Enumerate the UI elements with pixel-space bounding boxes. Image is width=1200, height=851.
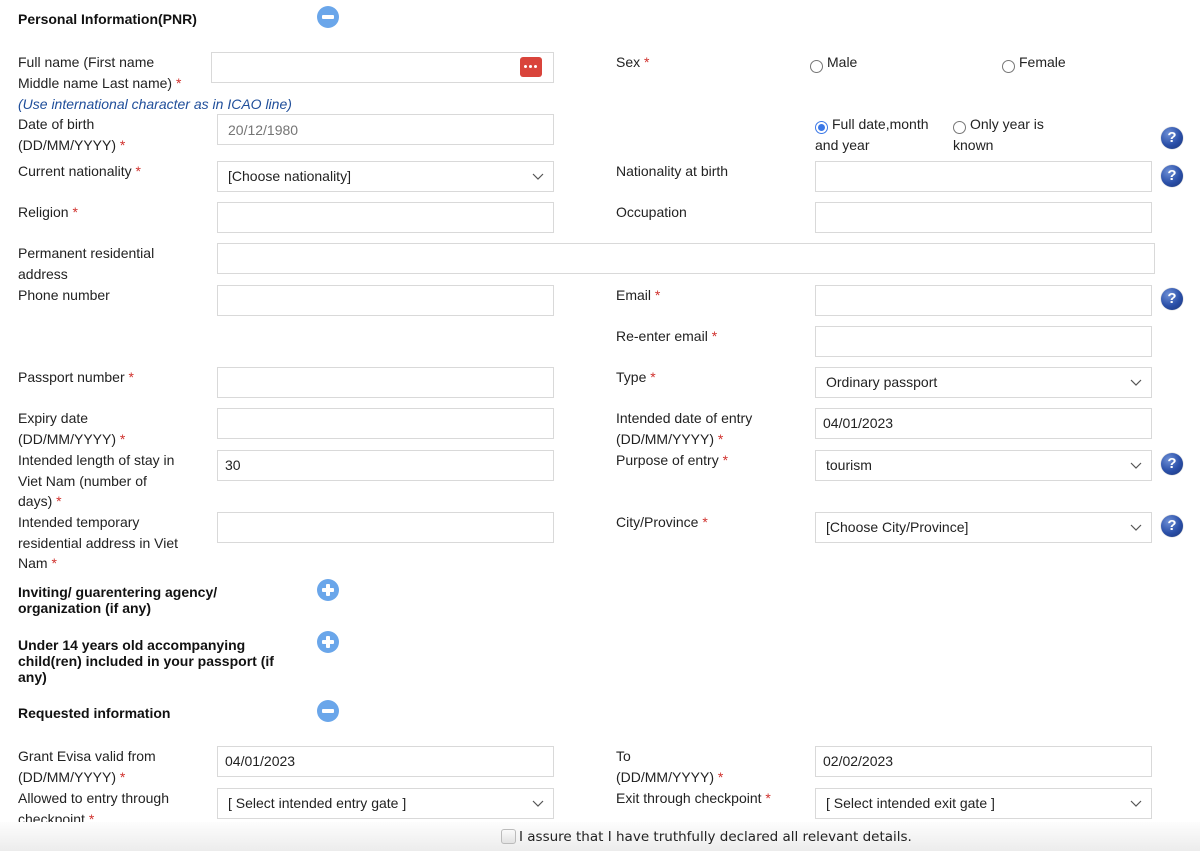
exit-gate-value: [ Select intended exit gate ]: [826, 795, 995, 811]
full-name-label: Full name (First name Middle name Last n…: [18, 54, 182, 91]
section-title-inviting-agency: Inviting/ guarentering agency/ organizat…: [18, 584, 218, 616]
city-value: [Choose City/Province]: [826, 519, 969, 535]
exit-gate-label: Exit through checkpoint *: [616, 790, 771, 806]
passport-type-label: Type *: [616, 369, 656, 385]
passport-type-select[interactable]: Ordinary passport: [815, 367, 1152, 398]
sex-label: Sex *: [616, 54, 650, 70]
reenter-email-label: Re-enter email *: [616, 328, 718, 344]
evisa-to-label: To (DD/MM/YYYY) *: [616, 748, 724, 785]
sex-male-label[interactable]: Male: [827, 52, 857, 73]
purpose-value: tourism: [826, 457, 872, 473]
passport-number-input[interactable]: [217, 367, 554, 398]
section-title-personal-information: Personal Information(PNR): [18, 11, 197, 27]
entry-gate-value: [ Select intended entry gate ]: [228, 795, 407, 811]
dob-help-icon[interactable]: ?: [1161, 127, 1183, 149]
full-name-input[interactable]: [211, 52, 554, 83]
current-nationality-select[interactable]: [Choose nationality]: [217, 161, 554, 192]
evisa-from-label: Grant Evisa valid from (DD/MM/YYYY) *: [18, 748, 156, 785]
reenter-email-input[interactable]: [815, 326, 1152, 357]
phone-input[interactable]: [217, 285, 554, 316]
collapse-requested-information-icon[interactable]: [317, 700, 339, 722]
religion-label: Religion *: [18, 204, 78, 220]
email-help-icon[interactable]: ?: [1161, 288, 1183, 310]
chevron-down-icon: [1130, 524, 1142, 531]
temp-address-input[interactable]: [217, 512, 554, 543]
email-input[interactable]: [815, 285, 1152, 316]
stay-length-input[interactable]: 30: [217, 450, 554, 481]
entry-date-label: Intended date of entry (DD/MM/YYYY) *: [616, 410, 753, 447]
purpose-label: Purpose of entry *: [616, 452, 729, 468]
dob-full-date-label[interactable]: Full date,month and year: [815, 114, 929, 155]
section-title-accompanying-children: Under 14 years old accompanying child(re…: [18, 637, 274, 685]
sex-female-radio[interactable]: [1002, 60, 1015, 73]
city-label: City/Province *: [616, 514, 708, 530]
nationality-at-birth-label: Nationality at birth: [616, 163, 729, 179]
sex-female-label[interactable]: Female: [1019, 52, 1066, 73]
occupation-input[interactable]: [815, 202, 1152, 233]
passport-number-label: Passport number *: [18, 369, 134, 385]
city-help-icon[interactable]: ?: [1161, 515, 1183, 537]
sex-male-radio[interactable]: [810, 60, 823, 73]
city-select[interactable]: [Choose City/Province]: [815, 512, 1152, 543]
icao-note: (Use international character as in ICAO …: [18, 96, 292, 112]
evisa-from-input[interactable]: 04/01/2023: [217, 746, 554, 777]
phone-label: Phone number: [18, 287, 110, 303]
evisa-to-input[interactable]: 02/02/2023: [815, 746, 1152, 777]
assurance-label[interactable]: I assure that I have truthfully declared…: [519, 828, 912, 846]
permanent-address-label: Permanent residential address: [18, 245, 155, 282]
email-label: Email *: [616, 287, 661, 303]
collapse-personal-information-icon[interactable]: [317, 6, 339, 28]
dob-input[interactable]: [217, 114, 554, 145]
chevron-down-icon: [1130, 379, 1142, 386]
section-title-requested-information: Requested information: [18, 705, 171, 721]
occupation-label: Occupation: [616, 204, 687, 220]
temp-address-label: Intended temporary residential address i…: [18, 514, 179, 571]
current-nationality-label: Current nationality *: [18, 163, 141, 179]
dob-year-only-label[interactable]: Only year is known: [953, 114, 1044, 155]
permanent-address-input[interactable]: [217, 243, 1155, 274]
current-nationality-value: [Choose nationality]: [228, 168, 351, 184]
expand-inviting-agency-icon[interactable]: [317, 579, 339, 601]
chevron-down-icon: [532, 800, 544, 807]
nationality-at-birth-input[interactable]: [815, 161, 1152, 192]
expiry-date-input[interactable]: [217, 408, 554, 439]
religion-input[interactable]: [217, 202, 554, 233]
assurance-checkbox[interactable]: [501, 829, 516, 844]
password-manager-icon[interactable]: [520, 57, 542, 77]
stay-length-label: Intended length of stay in Viet Nam (num…: [18, 452, 175, 509]
chevron-down-icon: [1130, 800, 1142, 807]
entry-gate-select[interactable]: [ Select intended entry gate ]: [217, 788, 554, 819]
expand-accompanying-children-icon[interactable]: [317, 631, 339, 653]
exit-gate-select[interactable]: [ Select intended exit gate ]: [815, 788, 1152, 819]
expiry-date-label: Expiry date (DD/MM/YYYY) *: [18, 410, 126, 447]
chevron-down-icon: [532, 173, 544, 180]
chevron-down-icon: [1130, 462, 1142, 469]
assurance-bar: I assure that I have truthfully declared…: [0, 822, 1200, 851]
purpose-select[interactable]: tourism: [815, 450, 1152, 481]
nationality-at-birth-help-icon[interactable]: ?: [1161, 165, 1183, 187]
passport-type-value: Ordinary passport: [826, 374, 938, 390]
purpose-help-icon[interactable]: ?: [1161, 453, 1183, 475]
entry-date-input[interactable]: 04/01/2023: [815, 408, 1152, 439]
dob-label: Date of birth (DD/MM/YYYY) *: [18, 116, 126, 153]
